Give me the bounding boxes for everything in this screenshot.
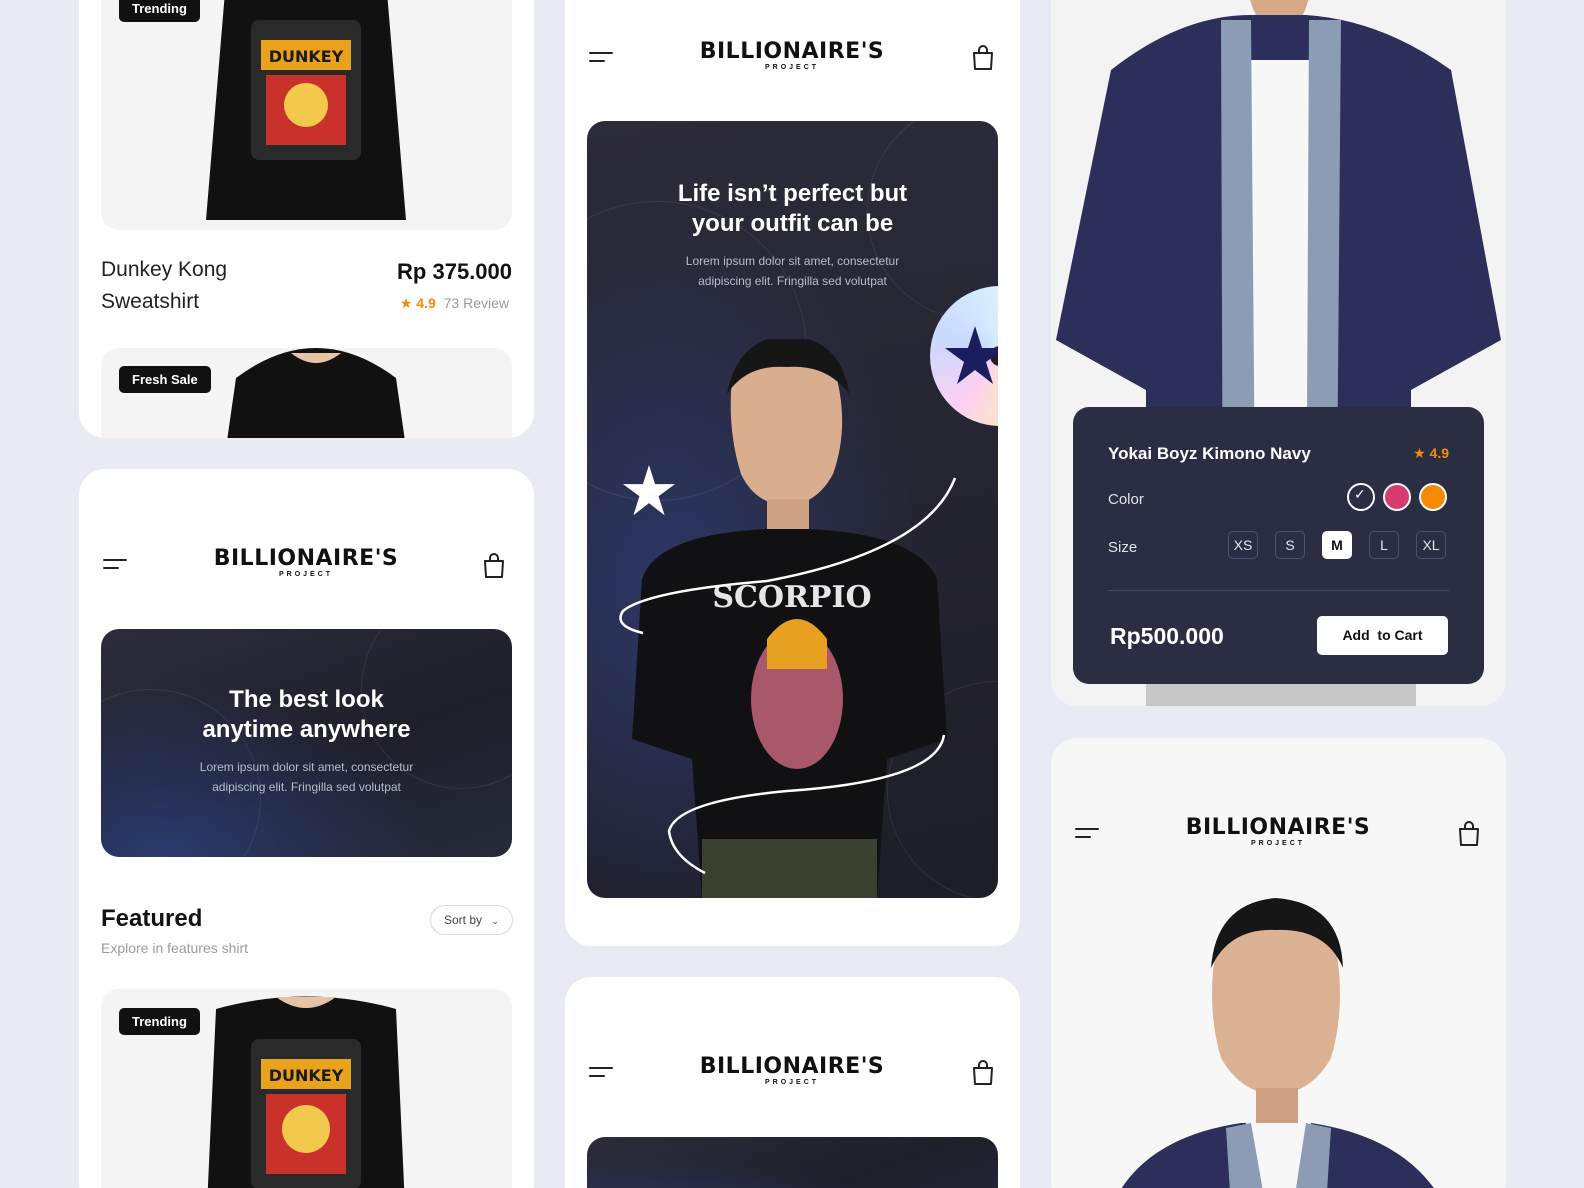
tshirt-image: [227, 348, 405, 438]
hero-banner-bottom[interactable]: [587, 1137, 998, 1188]
size-xl-button[interactable]: XL: [1416, 531, 1446, 559]
product-name[interactable]: Dunkey Kong Sweatshirt: [101, 254, 227, 318]
home-screen: BILLIONAIRE'S PROJECT The best look anyt…: [79, 469, 534, 1188]
model-screen: BILLIONAIRE'S PROJECT: [1051, 738, 1506, 1188]
product-image-dunkey[interactable]: Trending DUNKEY: [101, 0, 512, 230]
svg-text:DUNKEY: DUNKEY: [269, 1066, 344, 1085]
product-title: Yokai Boyz Kimono Navy: [1108, 444, 1311, 463]
star-icon-detail: ★: [1413, 445, 1426, 461]
brand-name-bottom: BILLIONAIRE'S: [699, 1054, 885, 1079]
size-m-button[interactable]: M: [1322, 531, 1352, 559]
product-options-panel: Yokai Boyz Kimono Navy ★ 4.9 Color ✓ Siz…: [1073, 407, 1484, 684]
brand-logo-right[interactable]: BILLIONAIRE'S PROJECT: [1178, 815, 1378, 848]
svg-text:DUNKEY: DUNKEY: [269, 47, 344, 66]
featured-product-image[interactable]: Trending DUNKEY: [101, 989, 512, 1188]
hero-banner-large[interactable]: Life isn’t perfect but your outfit can b…: [587, 121, 998, 898]
color-swatch-orange[interactable]: [1419, 483, 1447, 511]
featured-subtitle: Explore in features shirt: [101, 940, 249, 956]
detail-rating-value: 4.9: [1429, 445, 1449, 461]
brand-sub-bottom: PROJECT: [764, 1079, 820, 1086]
swoosh-line: [619, 477, 957, 875]
brand-sub-center: PROJECT: [764, 64, 820, 71]
product-image-next[interactable]: Fresh Sale: [101, 348, 512, 438]
sort-label: Sort by: [444, 913, 483, 927]
color-label: Color: [1108, 491, 1144, 508]
star-icon: ★: [399, 295, 413, 311]
model-portrait: [1121, 898, 1434, 1188]
hero-subtitle: Lorem ipsum dolor sit amet, consectetur …: [101, 757, 512, 797]
product-detail-screen: Yokai Boyz Kimono Navy ★ 4.9 Color ✓ Siz…: [1051, 0, 1506, 706]
shopping-bag-icon-center[interactable]: [971, 43, 995, 71]
sweatshirt-image-featured: DUNKEY: [207, 996, 405, 1188]
size-s-button[interactable]: S: [1275, 531, 1305, 559]
hero-screen: BILLIONAIRE'S PROJECT Life isn’t perfect…: [565, 0, 1020, 946]
shopping-bag-icon-right[interactable]: [1457, 819, 1481, 847]
product-name-line1: Dunkey Kong: [101, 258, 228, 281]
chevron-down-icon: ⌄: [491, 916, 499, 926]
brand-name-center: BILLIONAIRE'S: [699, 39, 885, 64]
bottom-screen: BILLIONAIRE'S PROJECT: [565, 977, 1020, 1188]
size-label: Size: [1108, 539, 1138, 556]
brand-name-right: BILLIONAIRE'S: [1185, 815, 1371, 840]
brand-logo-bottom[interactable]: BILLIONAIRE'S PROJECT: [692, 1054, 892, 1087]
hero-sub-line2: adipiscing elit. Fringilla sed volutpat: [212, 780, 401, 794]
hero-title: The best look anytime anywhere: [101, 685, 512, 745]
menu-icon-bottom[interactable]: [589, 1065, 615, 1081]
product-card-top: Trending DUNKEY Dunkey Kong Sweatshirt R…: [79, 0, 534, 438]
hero-banner[interactable]: The best look anytime anywhere Lorem ips…: [101, 629, 512, 857]
brand-sub: PROJECT: [278, 571, 334, 578]
add-to-cart-button[interactable]: Add to Cart: [1317, 616, 1448, 655]
detail-price: Rp500.000: [1110, 623, 1224, 649]
size-xs-button[interactable]: XS: [1228, 531, 1258, 559]
rating-row: ★ 4.9 73 Review: [400, 295, 509, 312]
shopping-bag-icon-bottom[interactable]: [971, 1058, 995, 1086]
hero-title-line2: anytime anywhere: [202, 716, 411, 743]
hero-sub-line1: Lorem ipsum dolor sit amet, consectetur: [199, 760, 414, 774]
brand-logo-center[interactable]: BILLIONAIRE'S PROJECT: [692, 39, 892, 72]
size-l-button[interactable]: L: [1369, 531, 1399, 559]
product-price: Rp 375.000: [397, 259, 512, 284]
rating-value: 4.9: [416, 295, 436, 311]
color-swatch-navy[interactable]: ✓: [1347, 483, 1375, 511]
brand-name: BILLIONAIRE'S: [213, 546, 399, 571]
menu-icon-right[interactable]: [1075, 826, 1101, 842]
review-count: 73 Review: [443, 295, 509, 311]
menu-icon-center[interactable]: [589, 50, 615, 66]
brand-logo[interactable]: BILLIONAIRE'S PROJECT: [206, 546, 406, 579]
sort-dropdown[interactable]: Sort by ⌄: [430, 905, 513, 935]
menu-icon[interactable]: [103, 557, 129, 573]
featured-title: Featured: [101, 905, 203, 932]
color-swatch-pink[interactable]: [1383, 483, 1411, 511]
shopping-bag-icon[interactable]: [482, 551, 506, 579]
product-name-line2: Sweatshirt: [101, 290, 200, 313]
check-icon: ✓: [1354, 486, 1366, 502]
divider: [1108, 590, 1449, 591]
sweatshirt-image: DUNKEY: [206, 0, 406, 220]
trending-badge-featured: Trending: [119, 1008, 200, 1035]
trending-badge: Trending: [119, 0, 200, 22]
hero-title-line1: The best look: [229, 686, 384, 713]
brand-sub-right: PROJECT: [1250, 840, 1306, 847]
fresh-sale-badge: Fresh Sale: [119, 366, 211, 393]
detail-rating: ★ 4.9: [1413, 445, 1449, 462]
